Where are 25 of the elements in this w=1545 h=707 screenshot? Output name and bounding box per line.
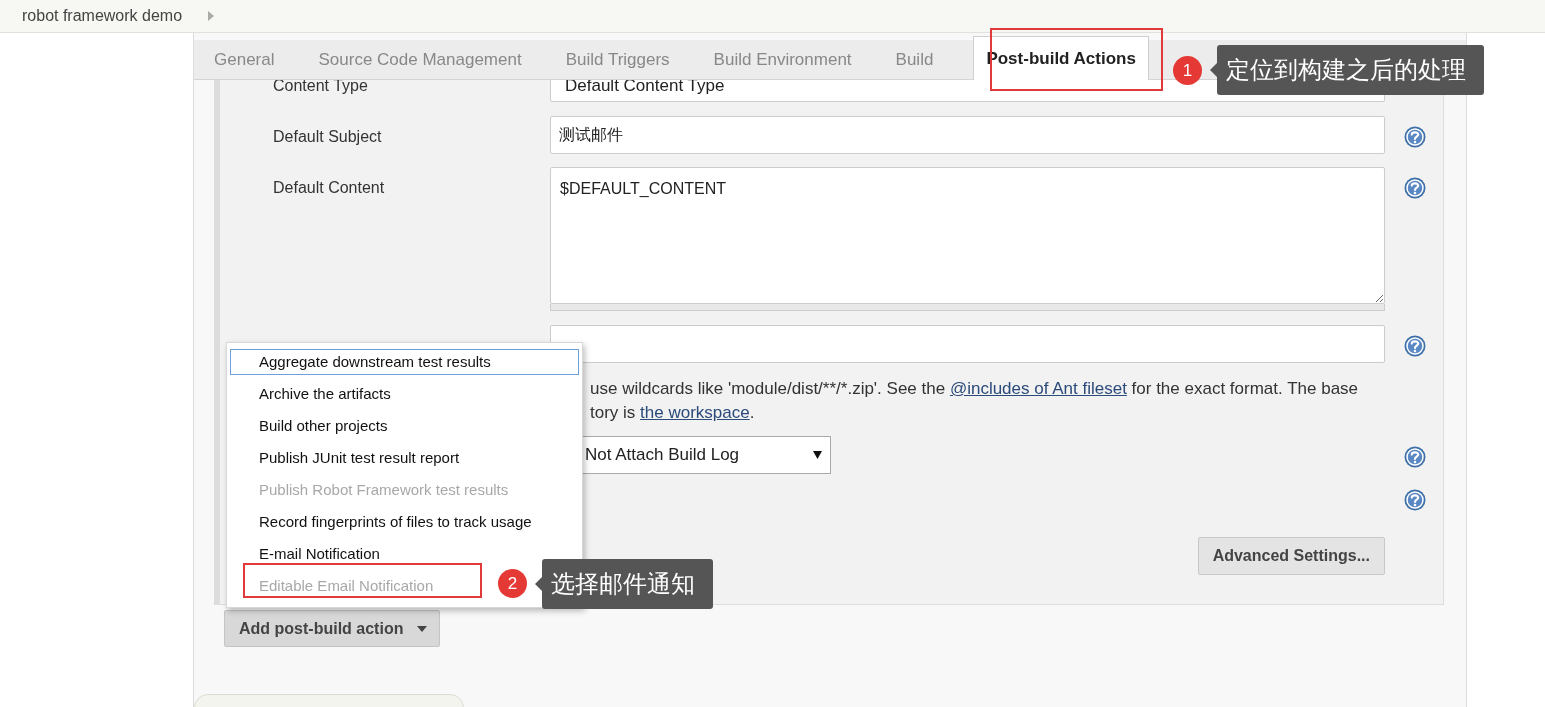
resize-handle[interactable] <box>550 304 1385 311</box>
field-label: Default Subject <box>273 128 382 145</box>
callout-pointer <box>535 577 542 591</box>
add-post-build-action-button[interactable]: Add post-build action <box>224 610 441 647</box>
link[interactable]: @includes of Ant fileset <box>949 379 1127 398</box>
breadcrumb-link[interactable]: robot framework demo <box>22 4 183 28</box>
field-label: Default Content <box>273 179 385 196</box>
caret-icon <box>417 625 428 632</box>
link[interactable]: the workspace <box>640 403 750 422</box>
caret-icon <box>813 451 822 459</box>
advanced-settings-button[interactable]: Advanced Settings... <box>1197 537 1385 575</box>
help-icon[interactable] <box>1403 177 1426 199</box>
menu-item[interactable]: Aggregate downstream test results <box>230 349 579 375</box>
callout-pointer <box>1210 63 1217 77</box>
help-icon[interactable] <box>1403 446 1426 468</box>
menu-item[interactable]: Archive the artifacts <box>230 381 579 407</box>
input-field[interactable]: 测试邮件 <box>550 116 1385 154</box>
help-icon[interactable] <box>1403 489 1426 511</box>
menu-item[interactable]: Record fingerprints of files to track usage <box>230 509 579 535</box>
field-label: Content Type <box>273 80 368 94</box>
menu-item[interactable]: Build other projects <box>230 413 579 439</box>
input-field[interactable] <box>550 325 1385 363</box>
help-icon[interactable] <box>1403 126 1426 148</box>
help-icon[interactable] <box>1403 335 1426 357</box>
textarea-field[interactable]: $DEFAULT_CONTENT <box>550 167 1385 304</box>
